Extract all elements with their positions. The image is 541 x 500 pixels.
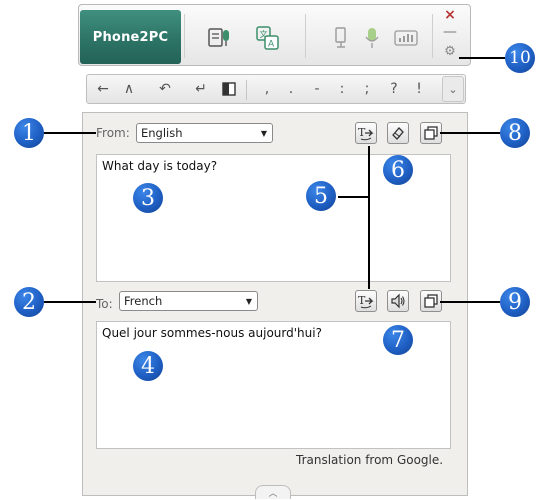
callout-line-10 <box>459 57 505 59</box>
translate-text-button[interactable]: T <box>355 122 377 144</box>
callout-line-1 <box>44 132 96 134</box>
exclamation-key[interactable]: ! <box>408 78 430 100</box>
callout-line-9 <box>440 301 500 303</box>
toolbar-divider <box>432 14 433 58</box>
minimize-button[interactable]: — <box>443 24 457 40</box>
to-language-value: French <box>124 294 163 308</box>
callout-9: 9 <box>500 287 530 317</box>
callout-7: 7 <box>383 325 413 355</box>
undo-button[interactable]: ↶ <box>154 78 176 100</box>
svg-text:A: A <box>268 40 275 50</box>
callout-line-5-vertical <box>368 146 370 289</box>
reverse-translate-button[interactable]: T <box>355 290 377 312</box>
arrow-left-button[interactable]: ← <box>92 78 114 100</box>
semicolon-key[interactable]: ; <box>356 78 378 100</box>
callout-10: 10 <box>505 43 535 73</box>
app-logo[interactable]: Phone2PC <box>80 10 181 64</box>
from-language-value: English <box>141 126 183 140</box>
from-language-select[interactable]: English ▼ <box>136 123 273 143</box>
caret-up-button[interactable]: ∧ <box>118 78 140 100</box>
punct-divider <box>246 80 247 100</box>
hyphen-key[interactable]: - <box>306 78 328 100</box>
period-key[interactable]: . <box>280 78 302 100</box>
callout-6: 6 <box>383 155 413 185</box>
sound-level-icon[interactable] <box>392 24 420 52</box>
eraser-button[interactable] <box>387 122 409 144</box>
target-text: Quel jour sommes-nous aujourd'hui? <box>102 326 322 340</box>
to-language-select[interactable]: French ▼ <box>119 291 258 311</box>
from-label: From: <box>96 126 130 140</box>
settings-gear-icon[interactable]: ⚙ <box>443 44 457 59</box>
speaker-button[interactable] <box>387 290 409 312</box>
enter-button[interactable]: ↵ <box>190 78 212 100</box>
close-button[interactable]: × <box>443 7 457 23</box>
colon-key[interactable]: : <box>331 78 353 100</box>
dropdown-arrow-icon: ▼ <box>245 296 252 306</box>
callout-4: 4 <box>133 351 163 381</box>
speech-to-text-icon[interactable] <box>206 24 234 52</box>
dropdown-arrow-icon: ▼ <box>260 128 267 138</box>
copy-button[interactable] <box>420 122 442 144</box>
toolbar-divider <box>305 14 306 58</box>
to-label: To: <box>96 297 113 311</box>
callout-3: 3 <box>133 183 163 213</box>
expand-tab[interactable]: ︿ <box>255 485 291 499</box>
split-view-icon[interactable] <box>218 78 240 100</box>
callout-1: 1 <box>14 118 44 148</box>
translate-icon[interactable]: 文A <box>254 24 282 52</box>
svg-text:T: T <box>358 126 366 139</box>
chevron-down-icon[interactable]: ⌄ <box>442 76 464 102</box>
comma-key[interactable]: , <box>256 78 278 100</box>
callout-line-2 <box>44 301 96 303</box>
callout-8: 8 <box>500 118 530 148</box>
callout-line-8 <box>440 132 500 134</box>
translation-credit: Translation from Google. <box>296 453 444 467</box>
edit-voice-icon[interactable] <box>328 24 356 52</box>
callout-line-5 <box>338 196 368 198</box>
source-text: What day is today? <box>102 159 218 173</box>
callout-2: 2 <box>14 287 44 317</box>
copy-button[interactable] <box>420 290 442 312</box>
toolbar-divider <box>184 14 185 58</box>
svg-text:T: T <box>358 294 366 307</box>
callout-5: 5 <box>306 181 336 211</box>
question-key[interactable]: ? <box>383 78 405 100</box>
microphone-icon[interactable] <box>358 24 386 52</box>
